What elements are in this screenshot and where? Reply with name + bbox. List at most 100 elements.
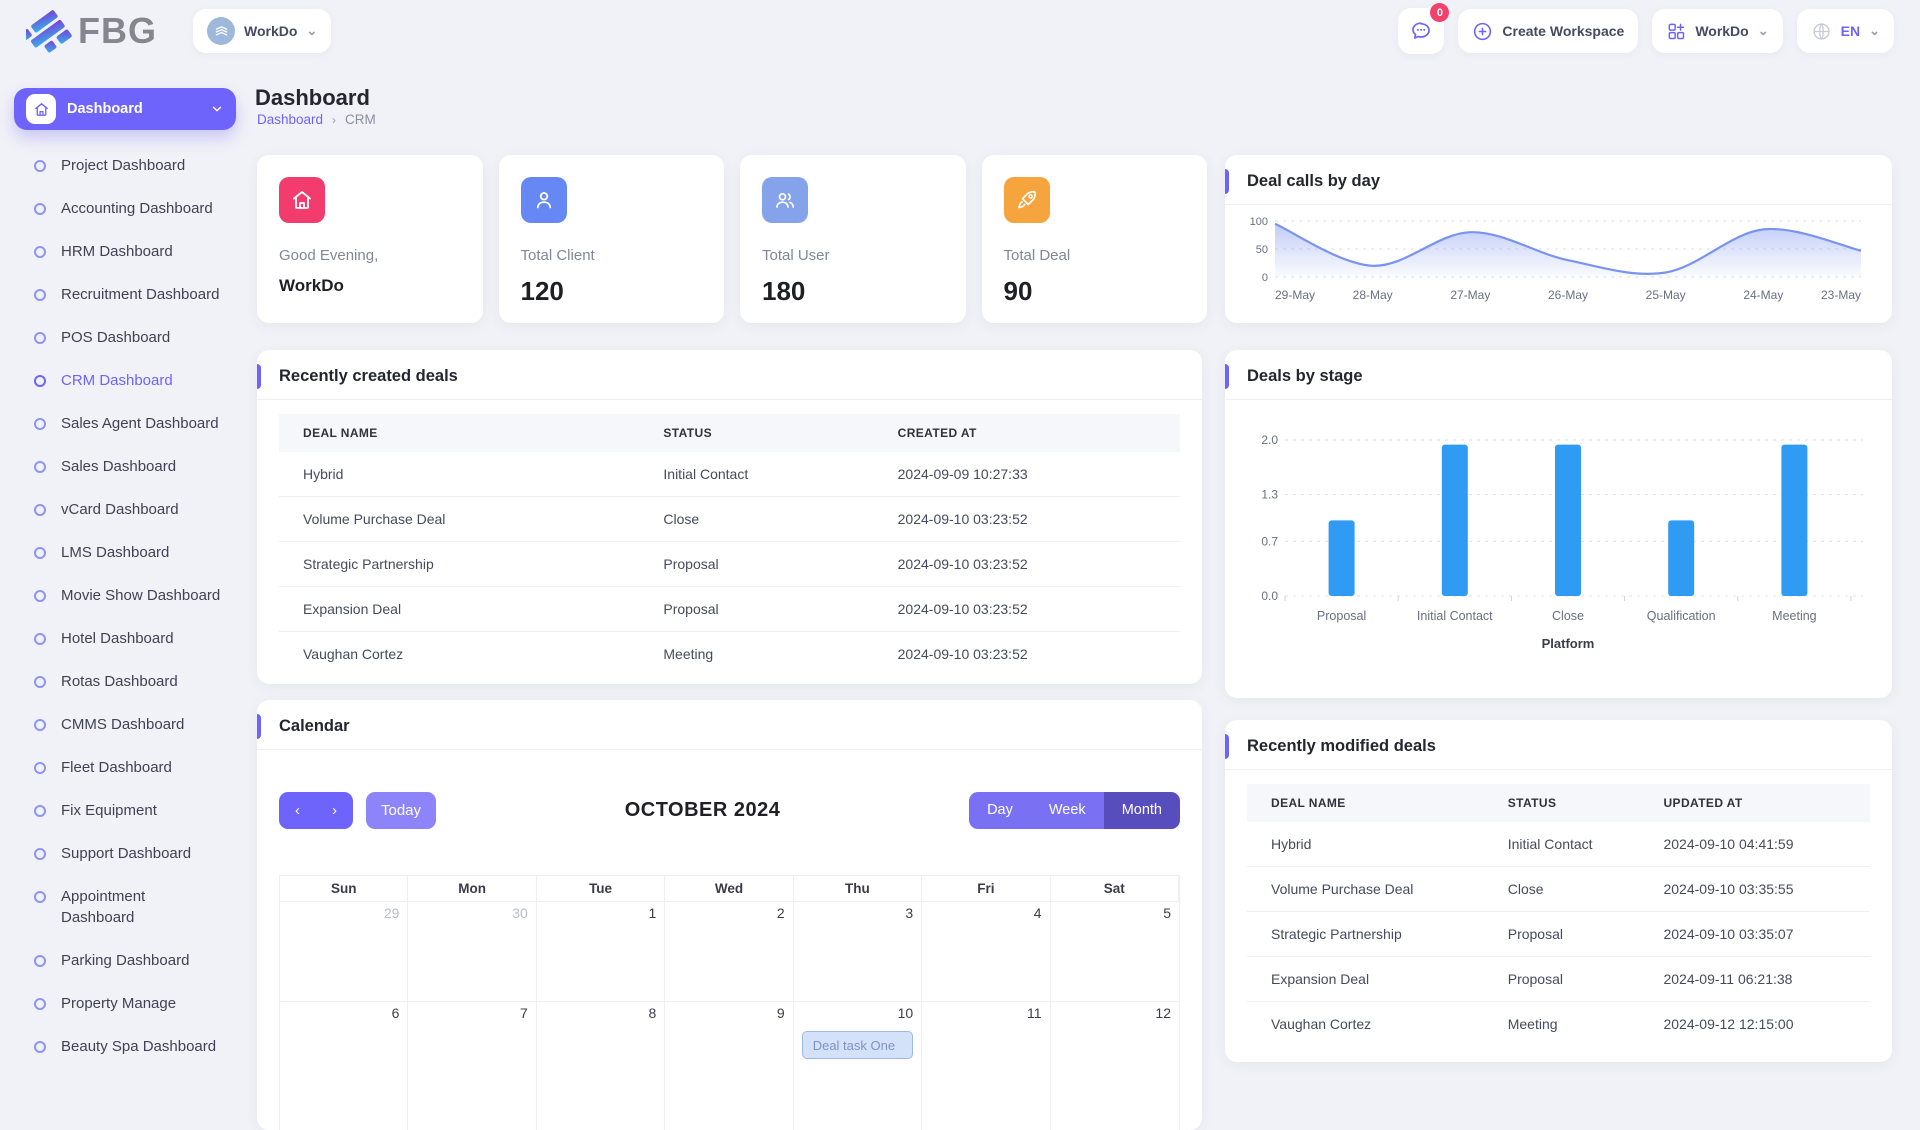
account-menu[interactable]: WorkDo ⌄: [1652, 9, 1782, 53]
column-header: DEAL NAME: [1247, 784, 1484, 822]
recently-modified-table: DEAL NAMESTATUSUPDATED AT HybridInitial …: [1247, 784, 1870, 1046]
stat-label: Good Evening,: [279, 247, 461, 264]
messages-button[interactable]: 0: [1398, 8, 1444, 54]
stat-value: 180: [762, 276, 944, 307]
sidebar-item-appointment-dashboard[interactable]: Appointment Dashboard: [0, 875, 250, 939]
calendar-day-cell[interactable]: 7: [408, 1002, 536, 1130]
table-cell: Close: [1484, 867, 1640, 912]
table-cell: Initial Contact: [1484, 822, 1640, 867]
calendar-day-cell[interactable]: 30: [408, 902, 536, 1002]
calendar-day-cell[interactable]: 6: [280, 1002, 408, 1130]
svg-text:100: 100: [1250, 216, 1268, 228]
sidebar-item-fleet-dashboard[interactable]: Fleet Dashboard: [0, 746, 250, 789]
chat-icon: [1409, 19, 1433, 43]
calendar-day-cell[interactable]: 11: [922, 1002, 1050, 1130]
bullet-circle-icon: [34, 955, 46, 967]
sidebar-item-accounting-dashboard[interactable]: Accounting Dashboard: [0, 187, 250, 230]
svg-text:28-May: 28-May: [1353, 288, 1393, 302]
svg-text:Platform: Platform: [1542, 636, 1595, 651]
weekday-header: Mon: [408, 876, 536, 902]
table-row: HybridInitial Contact2024-09-10 04:41:59: [1247, 822, 1870, 867]
svg-text:2.0: 2.0: [1261, 433, 1278, 447]
calendar-toolbar: ‹ › Today OCTOBER 2024 DayWeekMonth: [279, 792, 1180, 829]
calendar-event[interactable]: Deal task One: [802, 1031, 913, 1059]
sidebar-item-recruitment-dashboard[interactable]: Recruitment Dashboard: [0, 273, 250, 316]
day-number: 4: [930, 905, 1041, 921]
calendar-day-cell[interactable]: 9: [665, 1002, 793, 1130]
sidebar-dashboard-toggle[interactable]: Dashboard: [14, 88, 236, 130]
calendar-view-week[interactable]: Week: [1031, 792, 1104, 829]
sidebar-item-vcard-dashboard[interactable]: vCard Dashboard: [0, 488, 250, 531]
calendar-next-button[interactable]: ›: [316, 792, 353, 829]
sidebar-item-hotel-dashboard[interactable]: Hotel Dashboard: [0, 617, 250, 660]
svg-text:Proposal: Proposal: [1317, 609, 1366, 623]
language-menu[interactable]: EN ⌄: [1797, 9, 1894, 53]
table-cell: Proposal: [639, 542, 873, 587]
sidebar-item-facilities-dashboard[interactable]: Facilities Dashboard: [0, 1068, 250, 1080]
calendar-day-cell[interactable]: 10Deal task One: [794, 1002, 922, 1130]
sidebar-item-crm-dashboard[interactable]: CRM Dashboard: [0, 359, 250, 402]
sidebar-item-fix-equipment[interactable]: Fix Equipment: [0, 789, 250, 832]
workspace-switcher[interactable]: WorkDo ⌄: [193, 9, 331, 53]
sidebar-item-sales-agent-dashboard[interactable]: Sales Agent Dashboard: [0, 402, 250, 445]
calendar-day-cell[interactable]: 12: [1051, 1002, 1179, 1130]
svg-text:0.7: 0.7: [1261, 534, 1278, 548]
weekday-header: Sun: [280, 876, 408, 902]
sidebar-item-label: Recruitment Dashboard: [61, 284, 229, 305]
sidebar-item-parking-dashboard[interactable]: Parking Dashboard: [0, 939, 250, 982]
calendar-day-cell[interactable]: 5: [1051, 902, 1179, 1002]
bullet-circle-icon: [34, 998, 46, 1010]
workspace-switcher-label: WorkDo: [244, 23, 297, 39]
calendar-day-cell[interactable]: 1: [537, 902, 665, 1002]
sidebar-item-label: Property Manage: [61, 993, 229, 1014]
table-row: Volume Purchase DealClose2024-09-10 03:2…: [279, 497, 1180, 542]
svg-text:25-May: 25-May: [1646, 288, 1686, 302]
column-header: UPDATED AT: [1639, 784, 1870, 822]
chevron-down-icon: [210, 102, 224, 116]
sidebar-item-lms-dashboard[interactable]: LMS Dashboard: [0, 531, 250, 574]
table-cell: Proposal: [1484, 957, 1640, 1002]
workspace-avatar: [207, 17, 235, 45]
create-workspace-label: Create Workspace: [1502, 23, 1624, 39]
sidebar-item-support-dashboard[interactable]: Support Dashboard: [0, 832, 250, 875]
calendar-day-cell[interactable]: 2: [665, 902, 793, 1002]
breadcrumb-link-dashboard[interactable]: Dashboard: [257, 112, 323, 127]
sidebar-item-project-dashboard[interactable]: Project Dashboard: [0, 144, 250, 187]
recently-created-card: Recently created deals DEAL NAMESTATUSCR…: [257, 350, 1202, 684]
sidebar-item-rotas-dashboard[interactable]: Rotas Dashboard: [0, 660, 250, 703]
calendar-day-cell[interactable]: 29: [280, 902, 408, 1002]
table-header-row: DEAL NAMESTATUSUPDATED AT: [1247, 784, 1870, 822]
sidebar-item-label: Fix Equipment: [61, 800, 229, 821]
table-cell: 2024-09-11 06:21:38: [1639, 957, 1870, 1002]
sidebar-dashboard-label: Dashboard: [67, 101, 199, 117]
sidebar-item-movie-show-dashboard[interactable]: Movie Show Dashboard: [0, 574, 250, 617]
create-workspace-button[interactable]: Create Workspace: [1458, 9, 1638, 53]
calendar-prev-button[interactable]: ‹: [279, 792, 316, 829]
table-cell: Close: [639, 497, 873, 542]
calendar-day-cell[interactable]: 3: [794, 902, 922, 1002]
bullet-circle-icon: [34, 160, 46, 172]
calendar-view-day[interactable]: Day: [969, 792, 1031, 829]
chevron-down-icon: ⌄: [1869, 23, 1880, 39]
sidebar-item-label: POS Dashboard: [61, 327, 229, 348]
calendar-day-cell[interactable]: 8: [537, 1002, 665, 1130]
sidebar-item-beauty-spa-dashboard[interactable]: Beauty Spa Dashboard: [0, 1025, 250, 1068]
table-cell: 2024-09-10 03:35:55: [1639, 867, 1870, 912]
recently-modified-card: Recently modified deals DEAL NAMESTATUSU…: [1225, 720, 1892, 1062]
calendar-view-month[interactable]: Month: [1104, 792, 1180, 829]
table-cell: Meeting: [639, 632, 873, 677]
sidebar-item-pos-dashboard[interactable]: POS Dashboard: [0, 316, 250, 359]
sidebar-item-property-manage[interactable]: Property Manage: [0, 982, 250, 1025]
recently-created-title: Recently created deals: [257, 350, 1202, 400]
table-cell: Expansion Deal: [1247, 957, 1484, 1002]
table-cell: Meeting: [1484, 1002, 1640, 1047]
day-number: 2: [673, 905, 784, 921]
calendar-today-button[interactable]: Today: [366, 792, 436, 829]
deal-calls-card: Deal calls by day 10050029-May28-May27-M…: [1225, 155, 1892, 323]
bullet-circle-icon: [34, 805, 46, 817]
sidebar-item-hrm-dashboard[interactable]: HRM Dashboard: [0, 230, 250, 273]
sidebar-item-sales-dashboard[interactable]: Sales Dashboard: [0, 445, 250, 488]
sidebar-item-cmms-dashboard[interactable]: CMMS Dashboard: [0, 703, 250, 746]
calendar-day-cell[interactable]: 4: [922, 902, 1050, 1002]
sidebar-item-label: Hotel Dashboard: [61, 628, 229, 649]
